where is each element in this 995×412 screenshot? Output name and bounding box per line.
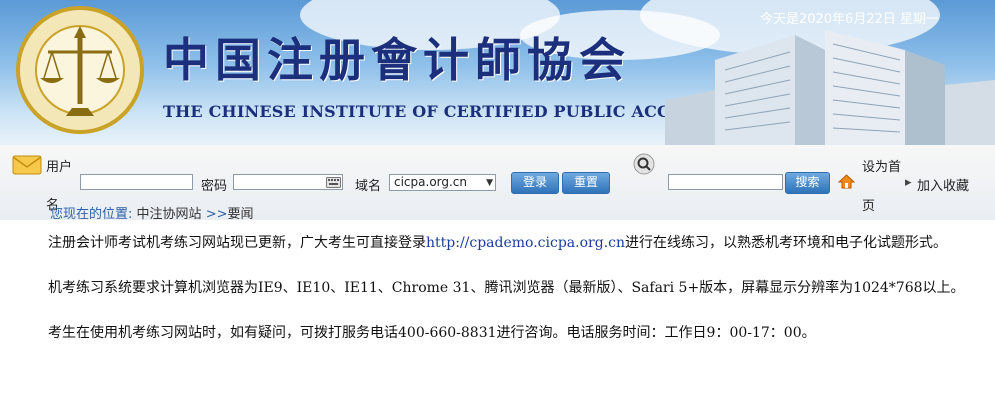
search-button[interactable]: 搜索	[785, 172, 830, 194]
breadcrumb-item-home[interactable]: 中注协网站	[137, 207, 202, 222]
scales-emblem-icon	[16, 6, 144, 134]
domain-select[interactable]: cicpa.org.cn ▼	[389, 174, 496, 191]
paragraph-1-text-end: 进行在线练习，以熟悉机考环境和电子化试题形式。	[625, 235, 947, 251]
favorite-arrow-icon: ▸	[905, 175, 912, 190]
search-icon[interactable]	[633, 153, 655, 175]
city-buildings-illustration	[665, 30, 995, 145]
set-home-label[interactable]: 设为首	[862, 156, 901, 175]
breadcrumb-prefix: 您现在的位置:	[50, 207, 133, 222]
current-date: 今天是2020年6月22日 星期一	[759, 12, 939, 27]
add-favorite-link[interactable]: 加入收藏	[917, 175, 969, 194]
set-home-label-cont[interactable]: 页	[862, 195, 875, 214]
cpademo-link[interactable]: http://cpademo.cicpa.org.cn	[426, 235, 625, 251]
keyboard-icon[interactable]	[326, 177, 341, 188]
login-button[interactable]: 登录	[511, 172, 559, 194]
dropdown-arrow-icon: ▼	[486, 178, 493, 188]
breadcrumb: 您现在的位置: 中注协网站 >>要闻	[50, 203, 254, 222]
header-banner: 今天是2020年6月22日 星期一 中国注册會计師協会 THE CHINESE …	[0, 0, 995, 145]
search-input[interactable]	[668, 174, 783, 190]
paragraph-3: 考生在使用机考练习网站时，如有疑问，可拨打服务电话400-660-8831进行咨…	[48, 325, 816, 341]
paragraph-1: 注册会计师考试机考练习网站现已更新，广大考生可直接登录http://cpadem…	[16, 232, 978, 255]
username-input[interactable]	[80, 174, 193, 190]
mail-icon	[12, 155, 42, 175]
password-label: 密码	[201, 179, 228, 194]
domain-label: 域名	[355, 179, 382, 194]
breadcrumb-item-news[interactable]: 要闻	[227, 207, 253, 222]
paragraph-2: 机考练习系统要求计算机浏览器为IE9、IE10、IE11、Chrome 31、腾…	[48, 280, 965, 296]
article-body: 注册会计师考试机考练习网站现已更新，广大考生可直接登录http://cpadem…	[16, 232, 978, 367]
home-icon[interactable]	[838, 174, 855, 189]
cicpa-logo[interactable]	[8, 4, 158, 142]
site-title-chinese: 中国注册會计師協会	[163, 33, 631, 87]
breadcrumb-separator: >>	[205, 207, 228, 222]
reset-button[interactable]: 重置	[562, 172, 610, 194]
paragraph-1-text: 注册会计师考试机考练习网站现已更新，广大考生可直接登录	[48, 235, 426, 251]
username-label: 用户	[46, 160, 73, 175]
domain-select-value: cicpa.org.cn	[394, 175, 468, 189]
